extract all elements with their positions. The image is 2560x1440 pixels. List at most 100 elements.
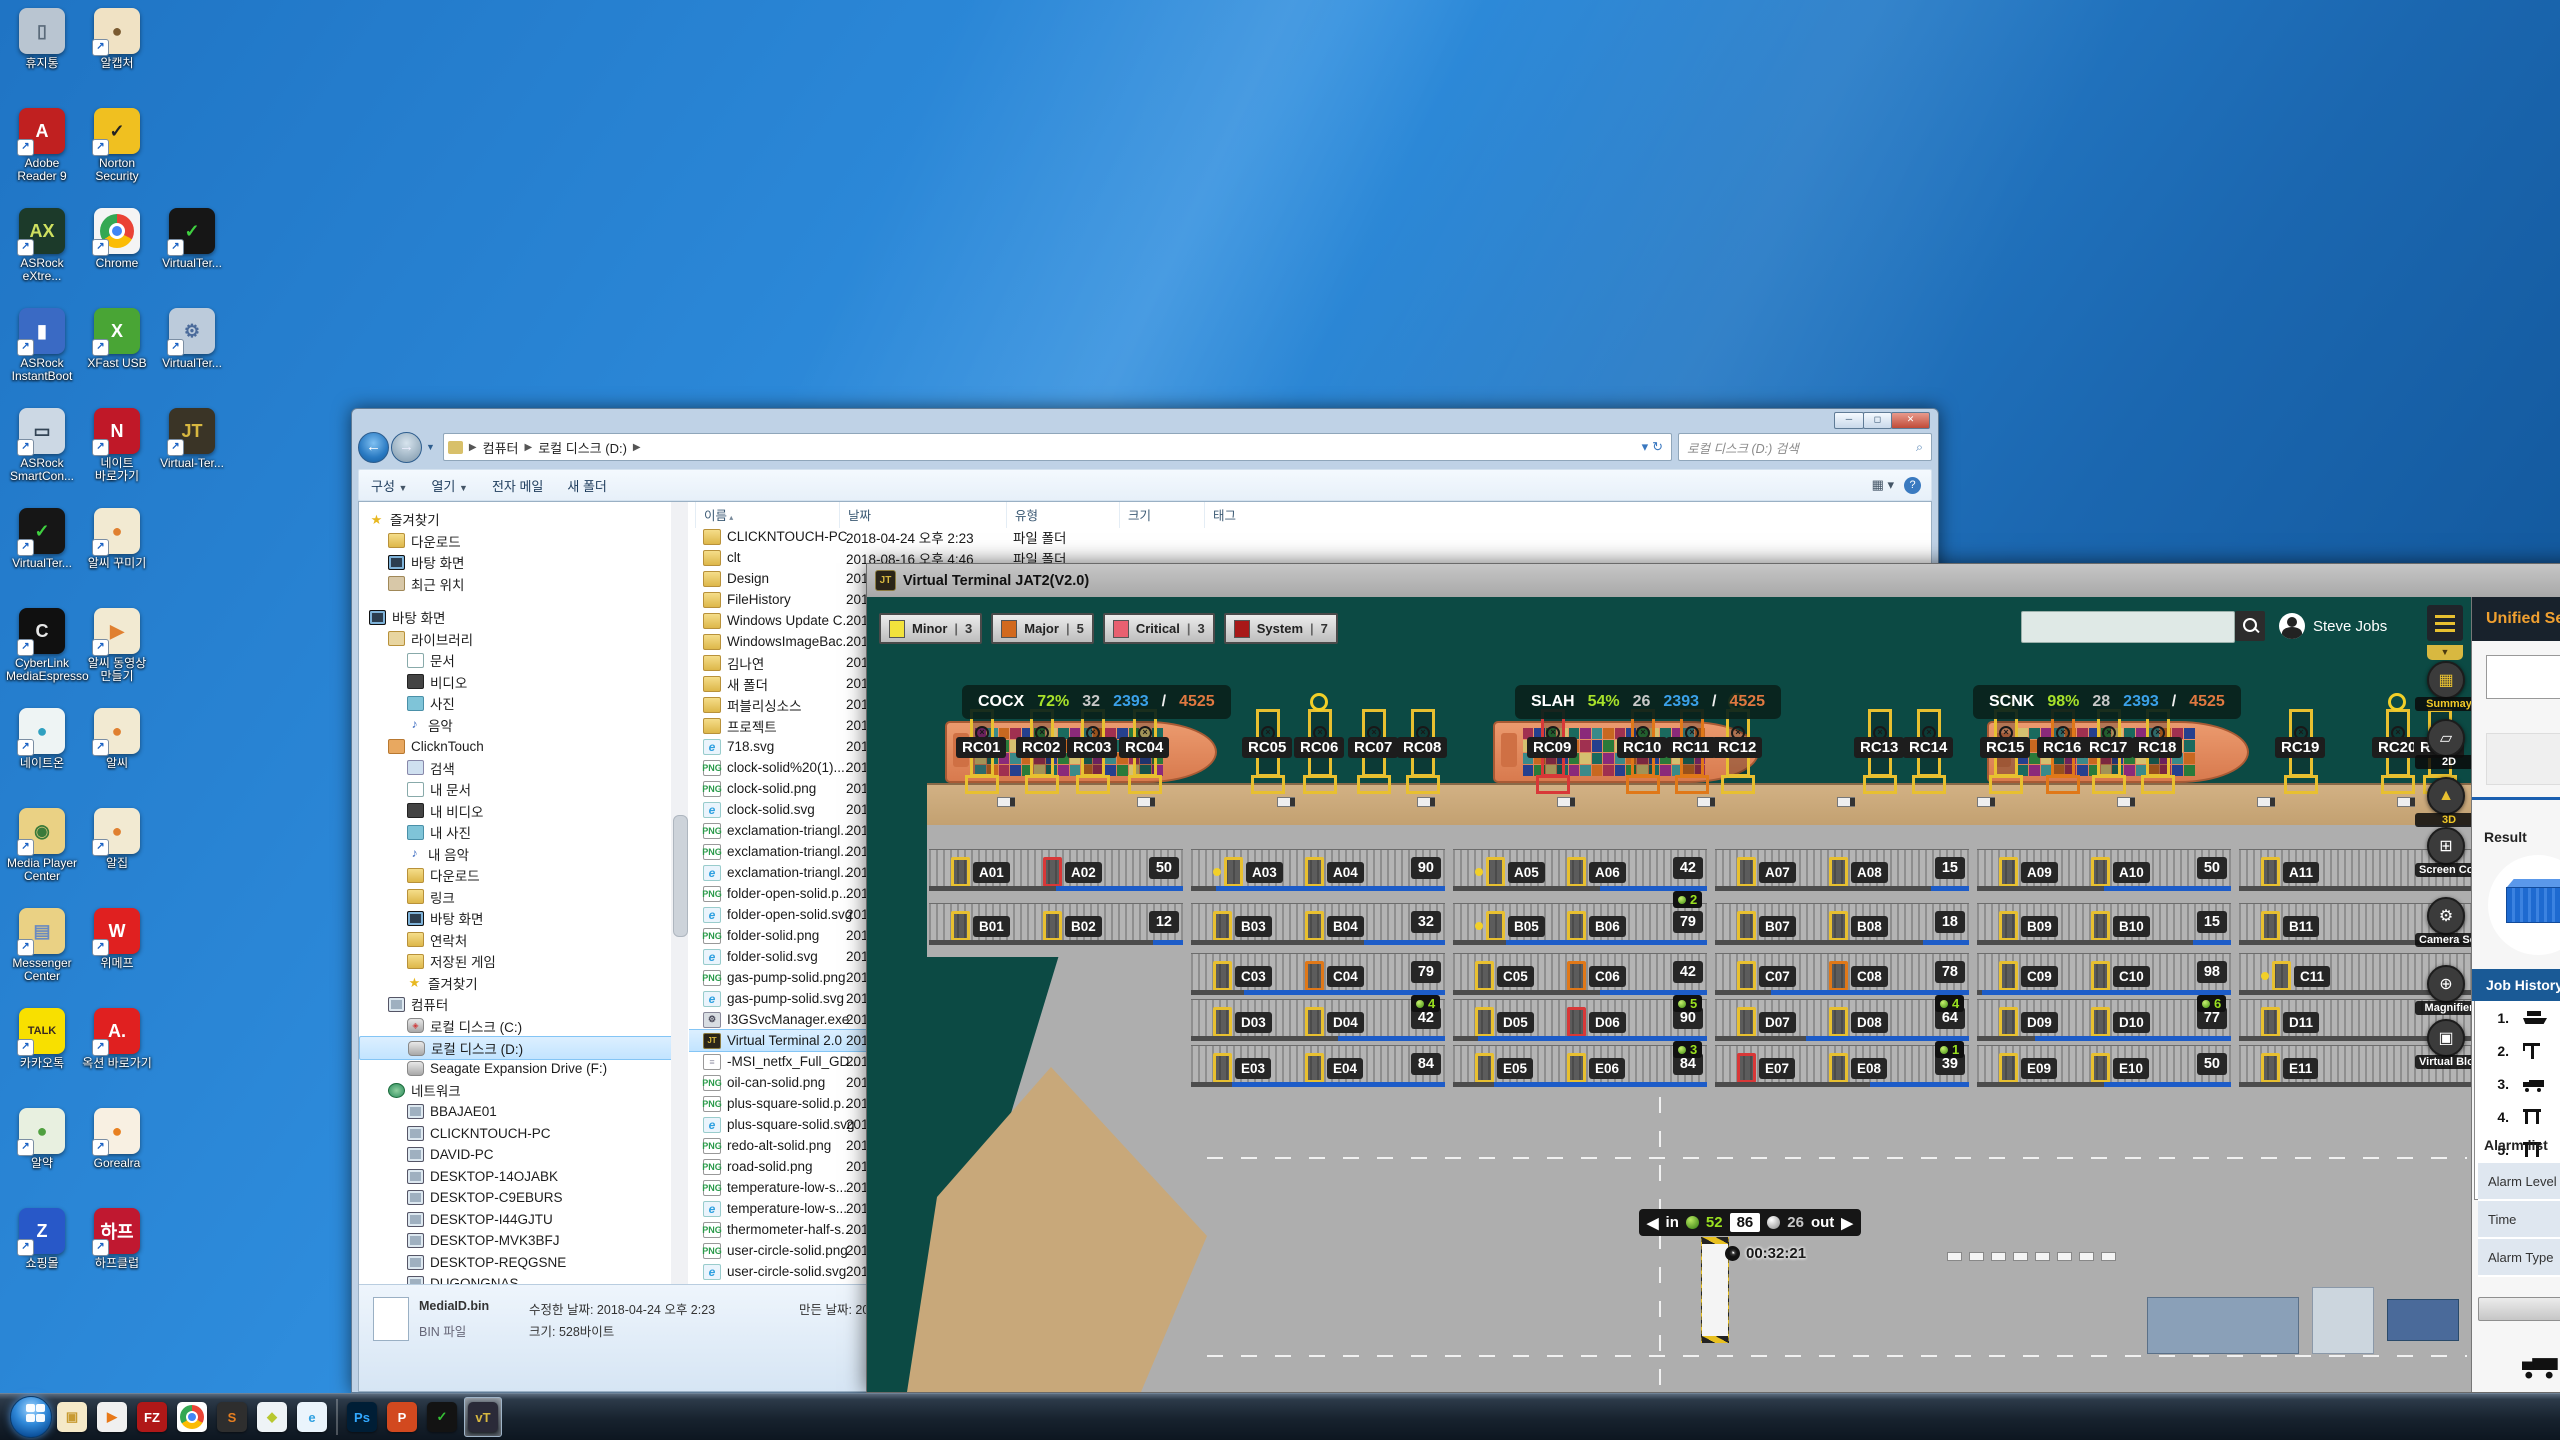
refresh-icon[interactable]: ↻	[1648, 439, 1667, 455]
column-header-1[interactable]: 날짜	[839, 502, 988, 528]
crane-RC05[interactable]: ×RC05	[1256, 709, 1278, 795]
toolbar-2[interactable]: 전자 메일	[480, 476, 555, 495]
desktop-icon-4[interactable]: AX↗ASRock eXtre...	[6, 208, 78, 283]
yard-block-C11[interactable]: C11	[2261, 961, 2330, 991]
tree-item-21[interactable]: 저장된 게임	[359, 950, 671, 972]
desktop-icon-10[interactable]: ▭↗ASRock SmartCon...	[6, 408, 78, 483]
tree-scrollbar[interactable]	[671, 502, 688, 1285]
yard-block-B02[interactable]: B02	[1043, 911, 1102, 941]
yard-block-C07[interactable]: C07	[1737, 961, 1796, 991]
start-button-icon[interactable]	[10, 1396, 52, 1438]
yard-block-A10[interactable]: A10	[2091, 857, 2150, 887]
yard-section-E1[interactable]: E03E0484	[1191, 1045, 1445, 1087]
taskbar-internet-explorer[interactable]: e	[294, 1398, 330, 1436]
yard-block-B09[interactable]: B09	[1999, 911, 2058, 941]
job-history-item-4[interactable]: 4.	[2474, 1100, 2560, 1134]
user-menu[interactable]: Steve Jobs	[2279, 613, 2387, 639]
yard-section-A1[interactable]: A03A0490	[1191, 849, 1445, 891]
tree-item-18[interactable]: 링크	[359, 886, 671, 908]
search-icon[interactable]: ⌕	[1916, 440, 1923, 455]
toolbar-3[interactable]: 새 폴더	[555, 476, 619, 495]
tree-item-2[interactable]: 바탕 화면	[359, 551, 671, 573]
tree-item-32[interactable]: DESKTOP-C9EBURS	[359, 1187, 671, 1209]
alarm-field-0[interactable]: Alarm Level	[2478, 1163, 2560, 1201]
yard-block-C09[interactable]: C09	[1999, 961, 2058, 991]
tab-current[interactable]: Curre	[2486, 733, 2560, 785]
alarm-badge-system[interactable]: System|7	[1224, 613, 1338, 644]
close-button[interactable]: ✕	[1891, 412, 1930, 429]
view-options-icon[interactable]: ▦ ▾	[1872, 477, 1894, 493]
tree-item-17[interactable]: 다운로드	[359, 864, 671, 886]
crane-RC10[interactable]: ×RC10	[1631, 709, 1653, 795]
yard-block-E04[interactable]: E04	[1305, 1053, 1363, 1083]
yard-block-D03[interactable]: D03	[1213, 1007, 1272, 1037]
crane-RC07[interactable]: ×RC07	[1362, 709, 1384, 795]
desktop-icon-21[interactable]: ▤↗Messenger Center	[6, 908, 78, 983]
yard-block-E11[interactable]: E11	[2261, 1053, 2318, 1083]
desktop-icon-28[interactable]: 하프↗하프클럽	[81, 1208, 153, 1270]
desktop-icon-8[interactable]: X↗XFast USB	[81, 308, 153, 370]
alarm-badge-major[interactable]: Major|5	[991, 613, 1094, 644]
desktop-icon-7[interactable]: ▮↗ASRock InstantBoot	[6, 308, 78, 383]
yard-block-A03[interactable]: A03	[1213, 857, 1283, 887]
crane-RC14[interactable]: ×RC14	[1917, 709, 1939, 795]
yard-block-A11[interactable]: A11	[2261, 857, 2319, 887]
explorer-search-box[interactable]: 로컬 디스크 (D:) 검색 ⌕	[1678, 433, 1932, 461]
yard-section-B0[interactable]: B01B0212	[929, 903, 1183, 945]
taskbar-virtual-terminal[interactable]: ✓	[424, 1398, 460, 1436]
yard-section-C4[interactable]: C09C1098	[1977, 953, 2231, 995]
desktop-icon-13[interactable]: ✓↗VirtualTer...	[6, 508, 78, 570]
yard-block-E08[interactable]: E08	[1829, 1053, 1887, 1083]
desktop-icon-27[interactable]: Z↗쇼핑몰	[6, 1208, 78, 1270]
crane-RC01[interactable]: ×RC01	[970, 709, 992, 795]
desktop-icon-9[interactable]: ⚙↗VirtualTer...	[156, 308, 228, 370]
yard-section-B4[interactable]: B09B1015	[1977, 903, 2231, 945]
yard-block-B06[interactable]: B06	[1567, 911, 1626, 941]
yard-block-E07[interactable]: E07	[1737, 1053, 1795, 1083]
yard-block-A06[interactable]: A06	[1567, 857, 1626, 887]
tree-item-23[interactable]: 컴퓨터	[359, 993, 671, 1015]
yard-block-B01[interactable]: B01	[951, 911, 1010, 941]
tree-item-11[interactable]: ClicknTouch	[359, 735, 671, 757]
yard-block-B11[interactable]: B11	[2261, 911, 2319, 941]
yard-section-C2[interactable]: C05C0642	[1453, 953, 1707, 995]
yard-section-A4[interactable]: A09A1050	[1977, 849, 2231, 891]
yard-block-C03[interactable]: C03	[1213, 961, 1272, 991]
map-button-virtual-block[interactable]: ▣	[2427, 1019, 2465, 1057]
map-button-screen-control[interactable]: ⊞	[2427, 827, 2465, 865]
tree-item-22[interactable]: ★즐겨찾기	[359, 972, 671, 994]
alarm-field-1[interactable]: Time	[2478, 1201, 2560, 1239]
crane-RC02[interactable]: ×RC02	[1030, 709, 1052, 795]
desktop-icon-17[interactable]: ●↗네이트온	[6, 708, 78, 770]
taskbar-virtual-terminal-2[interactable]: vT	[464, 1397, 502, 1437]
yard-section-C3[interactable]: C07C0878	[1715, 953, 1969, 995]
breadcrumb-computer[interactable]: 컴퓨터	[477, 438, 525, 457]
yard-block-B03[interactable]: B03	[1213, 911, 1272, 941]
taskbar-filezilla[interactable]: FZ	[134, 1398, 170, 1436]
desktop-icon-20[interactable]: ●↗알집	[81, 808, 153, 870]
yard-section-A0[interactable]: A01A0250	[929, 849, 1183, 891]
history-dropdown-icon[interactable]: ▼	[426, 442, 435, 452]
file-row-0[interactable]: CLICKNTOUCH-PC2018-04-24 오후 2:23파일 폴더	[689, 526, 1931, 547]
tree-item-31[interactable]: DESKTOP-14OJABK	[359, 1165, 671, 1187]
yard-block-A08[interactable]: A08	[1829, 857, 1888, 887]
yard-section-D4[interactable]: D09D1077	[1977, 999, 2231, 1041]
desktop-icon-15[interactable]: C↗CyberLink MediaEspresso	[6, 608, 78, 683]
tree-item-26[interactable]: Seagate Expansion Drive (F:)	[359, 1058, 671, 1080]
crane-RC19[interactable]: ×RC19	[2289, 709, 2311, 795]
crane-RC12[interactable]: ×RC12	[1726, 709, 1748, 795]
yard-section-E3[interactable]: E07E0839	[1715, 1045, 1969, 1087]
yard-block-C06[interactable]: C06	[1567, 961, 1626, 991]
desktop-icon-11[interactable]: N↗네이트 바로가기	[81, 408, 153, 483]
alarm-badge-critical[interactable]: Critical|3	[1103, 613, 1215, 644]
taskbar-powerpoint[interactable]: P	[384, 1398, 420, 1436]
yard-block-B05[interactable]: B05	[1475, 911, 1545, 941]
yard-block-C04[interactable]: C04	[1305, 961, 1364, 991]
yard-block-E05[interactable]: E05	[1475, 1053, 1533, 1083]
yard-block-D08[interactable]: D08	[1829, 1007, 1888, 1037]
yard-block-D07[interactable]: D07	[1737, 1007, 1796, 1037]
yard-block-B10[interactable]: B10	[2091, 911, 2150, 941]
tree-item-16[interactable]: ♪내 음악	[359, 843, 671, 865]
yard-block-E03[interactable]: E03	[1213, 1053, 1271, 1083]
tree-item-13[interactable]: 내 문서	[359, 778, 671, 800]
